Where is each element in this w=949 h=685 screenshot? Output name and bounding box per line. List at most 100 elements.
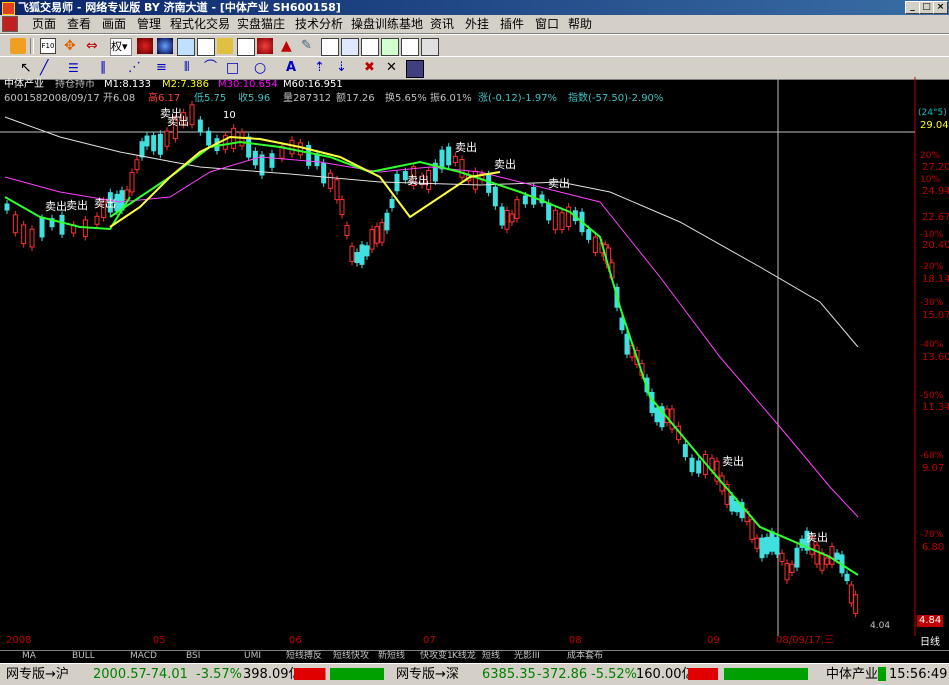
right-adjust-button[interactable]: 权▾: [110, 38, 132, 56]
menu-view[interactable]: 查看: [67, 16, 91, 32]
home-icon[interactable]: [10, 38, 26, 54]
indicator-tab[interactable]: 快攻变1: [420, 651, 453, 662]
rect-tool-icon[interactable]: □: [226, 60, 242, 76]
indicator-tab[interactable]: UMI: [244, 651, 261, 662]
menu-program-trading[interactable]: 程式化交易: [170, 16, 230, 32]
indicator-tab[interactable]: MA: [22, 651, 36, 662]
chart-mode: 持仓持币: [55, 79, 95, 90]
delete-icon[interactable]: ✕: [386, 60, 402, 76]
record-icon[interactable]: [137, 38, 153, 54]
candle: [344, 224, 350, 236]
turnover: 换5.65%: [385, 93, 427, 104]
candle: [139, 141, 145, 158]
sh-market-label[interactable]: 网专版→沪: [6, 666, 69, 683]
candle: [269, 153, 275, 168]
window-title: 飞狐交易师 - 网络专业版 BY 济南大道 - [中体产业 SH600158]: [18, 1, 341, 14]
line-tool-icon[interactable]: ╱: [40, 60, 56, 76]
arrow-down-tool-icon[interactable]: ⇣: [336, 60, 352, 76]
sz-index-change: -372.86: [537, 667, 588, 682]
indicator-tab[interactable]: K线龙: [452, 651, 476, 662]
save-icon[interactable]: [406, 60, 424, 78]
candle: [853, 594, 859, 614]
pen-icon[interactable]: ✎: [301, 38, 317, 54]
menu-window[interactable]: 窗口: [535, 16, 559, 32]
minimize-button[interactable]: _: [905, 1, 920, 14]
chart-icon[interactable]: [237, 38, 255, 56]
candle: [522, 195, 528, 205]
menu-live[interactable]: 实盘猫庄: [237, 16, 285, 32]
toolbar-main: F10 ✥ ⇔ 权▾ ▲ ✎: [0, 34, 949, 58]
fan-tool-icon[interactable]: ⋰: [128, 60, 144, 76]
indicator-tab[interactable]: 新短线: [378, 651, 405, 662]
text-tool-icon[interactable]: A: [286, 60, 302, 76]
arrows-icon[interactable]: ⇔: [86, 38, 102, 54]
eraser-tool-icon[interactable]: ✖: [364, 60, 380, 76]
maximize-button[interactable]: □: [919, 1, 934, 14]
indicator-tab[interactable]: 成本套布: [567, 651, 603, 662]
menu-plugin-ext[interactable]: 外挂: [465, 16, 489, 32]
stock-name: 中体产业: [4, 79, 44, 90]
menu-technical[interactable]: 技术分析: [295, 16, 343, 32]
fib-tool-icon[interactable]: ≡: [156, 60, 172, 76]
chart-canvas[interactable]: 卖出 卖出 卖出卖出卖出卖出卖出卖出卖出卖出卖出10: [0, 77, 949, 636]
menu-training[interactable]: 操盘训练基地: [351, 16, 423, 32]
menu-manage[interactable]: 管理: [137, 16, 161, 32]
grid-icon[interactable]: [321, 38, 339, 56]
menu-screen[interactable]: 画面: [102, 16, 126, 32]
candle: [459, 158, 465, 178]
arc-tool-icon[interactable]: ⌒: [204, 60, 220, 76]
axis-pct-label: -40%: [920, 340, 944, 350]
ellipse-tool-icon[interactable]: ○: [254, 60, 270, 76]
sh-amount: 398.09亿: [243, 667, 302, 682]
move-icon[interactable]: ✥: [64, 38, 80, 54]
report-icon[interactable]: [197, 38, 215, 56]
candle: [844, 573, 850, 582]
hline-tool-icon[interactable]: ☰: [68, 60, 84, 76]
multi-chart-icon[interactable]: [401, 38, 419, 56]
axis-price-label: 20.40: [922, 240, 949, 251]
cursor-icon[interactable]: ↖: [20, 60, 36, 76]
window-icon[interactable]: [177, 38, 195, 56]
indicator-tab[interactable]: 短线: [482, 651, 500, 662]
screen-icon[interactable]: [421, 38, 439, 56]
sell-signal-label: 卖出: [66, 198, 88, 212]
candle: [379, 222, 385, 243]
kline-chart[interactable]: 卖出 卖出 卖出 卖出 卖出 卖出 卖出 卖出 卖出 卖出 卖出 10 中体产业 持仓持币 M1:8.…: [0, 77, 949, 648]
indicator-tab[interactable]: 光影III: [514, 651, 540, 662]
sz-market-label[interactable]: 网专版→深: [396, 666, 459, 683]
indicator-tab[interactable]: MACD: [130, 651, 157, 662]
alarm-icon[interactable]: [257, 38, 273, 54]
cycle-tool-icon[interactable]: ⫴: [184, 60, 200, 76]
globe-icon[interactable]: [157, 38, 173, 54]
channel-tool-icon[interactable]: ∥: [100, 60, 116, 76]
folder-icon[interactable]: [217, 38, 233, 54]
menu-addons[interactable]: 插件: [500, 16, 524, 32]
document-icon[interactable]: [2, 16, 18, 32]
table-icon[interactable]: [381, 38, 399, 56]
f10-icon[interactable]: F10: [40, 38, 56, 54]
indicator-tab[interactable]: BULL: [72, 651, 95, 662]
candle: [144, 135, 150, 147]
menu-help[interactable]: 帮助: [568, 16, 592, 32]
candle: [696, 460, 702, 474]
candle: [531, 186, 537, 205]
close-button[interactable]: ×: [933, 1, 948, 14]
sell-signal-label: 卖出: [407, 173, 429, 187]
sell-signal-label: 卖出: [455, 140, 477, 154]
period-label[interactable]: 日线: [920, 637, 940, 649]
layout-icon[interactable]: [341, 38, 359, 56]
candle: [774, 537, 780, 555]
indicator-tab[interactable]: 短线快攻: [333, 651, 369, 662]
split-icon[interactable]: [361, 38, 379, 56]
candle: [819, 552, 825, 571]
axis-time-label: 08/09/17,三: [776, 635, 835, 646]
indicator-tab[interactable]: 短线搏反: [286, 651, 322, 662]
arrow-up-tool-icon[interactable]: ⇡: [314, 60, 330, 76]
indicator-tab[interactable]: BSI: [186, 651, 200, 662]
warning-icon[interactable]: ▲: [281, 38, 297, 54]
menu-page[interactable]: 页面: [32, 16, 56, 32]
volume: 量287312: [283, 93, 332, 104]
axis-time-label: 05: [153, 635, 166, 646]
candle: [339, 198, 345, 216]
menu-news[interactable]: 资讯: [430, 16, 454, 32]
